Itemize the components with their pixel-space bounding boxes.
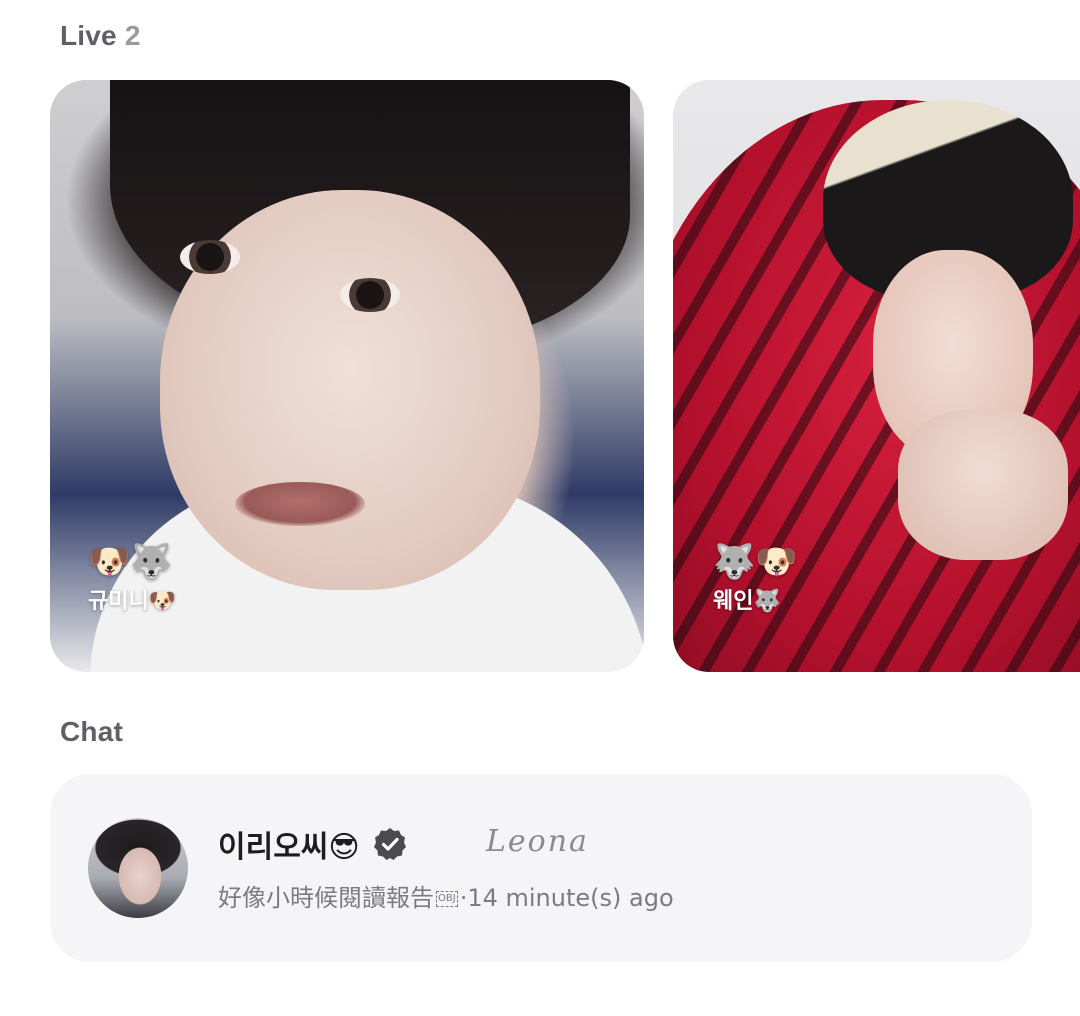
live-card[interactable]: 🐺🐶 웨인🐺	[673, 80, 1080, 672]
chat-name: 이리오씨😎	[218, 830, 360, 865]
chat-name-row: 이리오씨😎	[218, 822, 408, 866]
live-card[interactable]: 🐶🐺 규미니🐶	[50, 80, 644, 672]
live-card-name: 규미니🐶	[88, 589, 177, 614]
live-section-header: Live 2	[60, 20, 141, 52]
live-carousel[interactable]: 🐶🐺 규미니🐶 🐺🐶 웨인🐺	[50, 80, 1080, 674]
live-card-emojis: 🐺🐶	[713, 542, 798, 582]
live-card-info: 🐶🐺 규미니🐶	[88, 542, 176, 616]
verified-badge-icon	[372, 826, 408, 862]
live-count: 2	[124, 20, 141, 51]
avatar[interactable]	[88, 818, 188, 918]
chat-list-item[interactable]: 이리오씨😎 Leona 好像小時候閱讀報告 OBJ ·14 minute(s) ag…	[50, 774, 1032, 962]
live-card-emojis: 🐶🐺	[88, 542, 173, 582]
chat-preview: 好像小時候閱讀報告 OBJ ·14 minute(s) ago	[218, 878, 674, 913]
live-card-info: 🐺🐶 웨인🐺	[713, 542, 798, 616]
chat-timestamp: 14 minute(s) ago	[467, 884, 674, 912]
chat-message: 好像小時候閱讀報告	[218, 884, 434, 912]
live-card-name: 웨인🐺	[713, 589, 781, 614]
watermark-text: Leona	[486, 824, 589, 859]
chat-section-header: Chat	[60, 716, 124, 747]
live-title: Live	[60, 20, 117, 51]
obj-placeholder: OBJ	[436, 891, 458, 907]
